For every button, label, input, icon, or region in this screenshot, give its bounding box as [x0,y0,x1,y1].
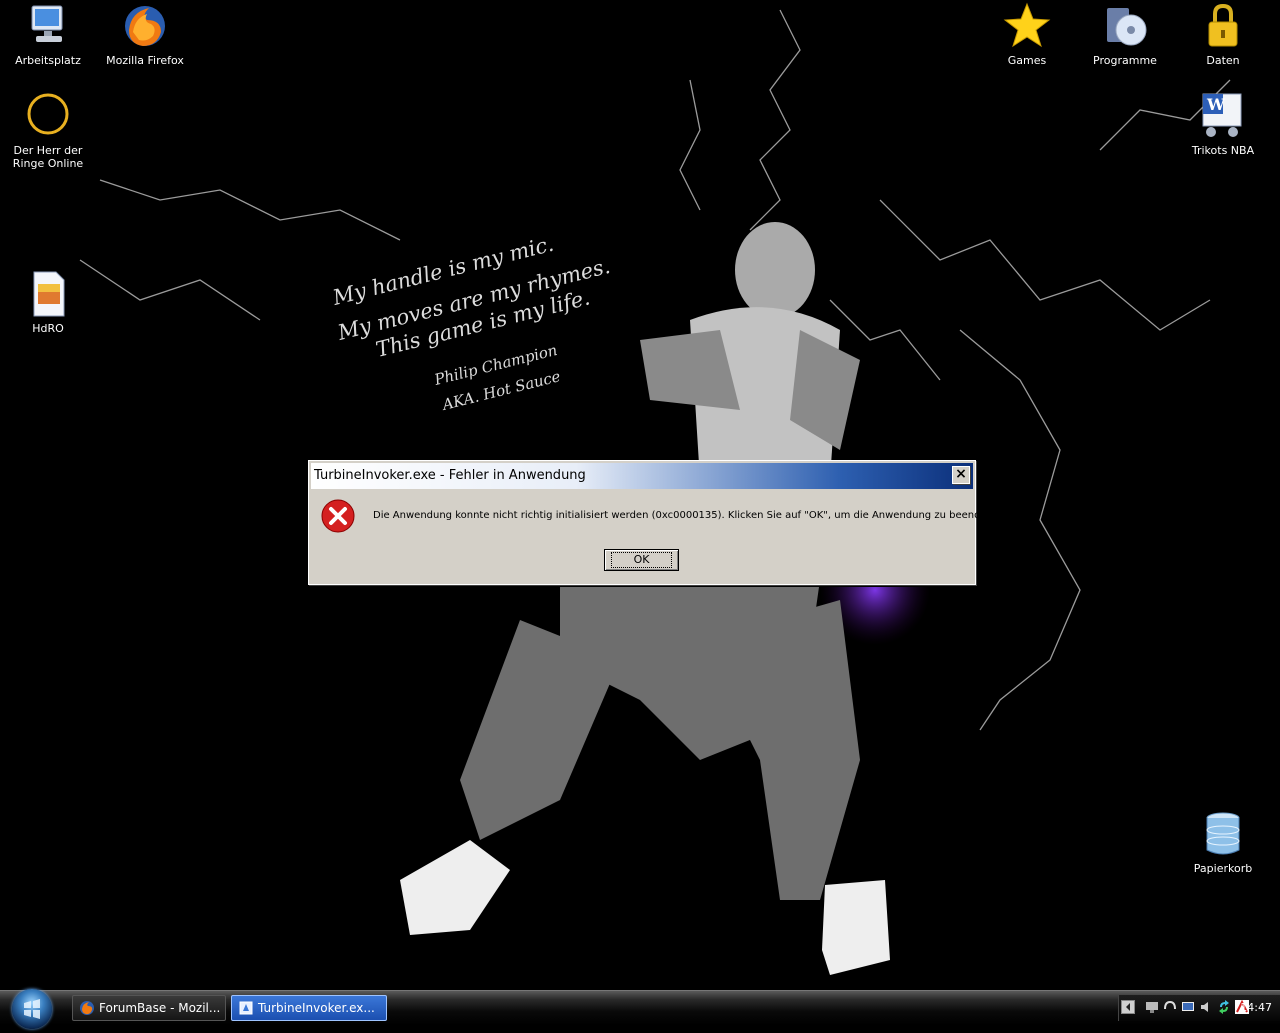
firefox-icon [125,6,165,46]
clock[interactable]: 14:47 [1240,1001,1272,1014]
desktop-icon-trikots-nba[interactable]: W Trikots NBA [1175,92,1271,157]
taskbar: ForumBase - Mozil... TurbineInvoker.ex..… [0,989,1280,1029]
desktop-icon-programme[interactable]: Programme [1077,2,1173,67]
icon-label: HdRO [32,322,64,335]
chevron-left-icon[interactable] [1121,1000,1135,1014]
svg-text:W: W [1206,95,1226,114]
error-icon [321,499,355,533]
dialog-title: TurbineInvoker.exe - Fehler in Anwendung [314,468,586,483]
star-icon [1003,2,1051,48]
close-button[interactable]: × [952,466,970,484]
system-tray: 14:47 [1118,995,1280,1021]
icon-label: Games [1007,54,1047,67]
error-dialog: TurbineInvoker.exe - Fehler in Anwendung… [308,460,996,585]
desktop-icon-hdro[interactable]: HdRO [0,270,96,335]
desktop: My handle is my mic. My moves are my rhy… [0,0,1280,990]
icon-label: Papierkorb [1193,862,1253,875]
taskbar-item-forumbase[interactable]: ForumBase - Mozil... [72,995,226,1021]
icon-label: Arbeitsplatz [15,54,81,67]
desktop-icon-papierkorb[interactable]: Papierkorb [1175,810,1271,875]
recycle-bin-icon [1206,812,1240,855]
desktop-icon-games[interactable]: Games [979,2,1075,67]
desktop-icon-daten[interactable]: Daten [1175,2,1271,67]
close-icon: × [955,466,967,482]
ring-icon [27,93,69,135]
icon-label: Daten [1206,54,1240,67]
app-icon [239,1001,253,1015]
lock-folder-icon [1208,3,1238,47]
desktop-icon-herr-der-ringe[interactable]: Der Herr der Ringe Online [0,92,96,170]
icon-label: Programme [1093,54,1157,67]
ok-button[interactable]: OK [603,548,680,572]
taskbar-item-turbineinvoker[interactable]: TurbineInvoker.ex... [231,995,387,1021]
computer-icon [31,5,63,42]
taskbar-item-label: ForumBase - Mozil... [99,1001,221,1015]
dialog-message: Die Anwendung konnte nicht richtig initi… [373,510,997,521]
firefox-icon [80,1001,94,1015]
word-document-icon: W [1202,93,1242,137]
taskbar-item-label: TurbineInvoker.ex... [258,1001,375,1015]
volume-icon[interactable] [1199,1000,1213,1014]
start-button[interactable] [12,989,52,1029]
document-icon [33,271,65,317]
headset-icon[interactable] [1163,1000,1177,1014]
programs-icon [1107,8,1147,46]
desktop-icon-arbeitsplatz[interactable]: Arbeitsplatz [0,2,96,67]
icon-label: Mozilla Firefox [106,54,184,67]
ok-button-label: OK [610,552,673,568]
icon-label: Trikots NBA [1191,144,1255,157]
monitor-icon[interactable] [1181,1000,1195,1014]
icon-label: Der Herr der Ringe Online [12,144,84,170]
sync-icon[interactable] [1217,1000,1231,1014]
desktop-icon-firefox[interactable]: Mozilla Firefox [97,2,193,67]
dialog-titlebar[interactable]: TurbineInvoker.exe - Fehler in Anwendung… [311,463,973,489]
network-icon[interactable] [1145,1000,1159,1014]
windows-logo-icon [24,999,40,1019]
